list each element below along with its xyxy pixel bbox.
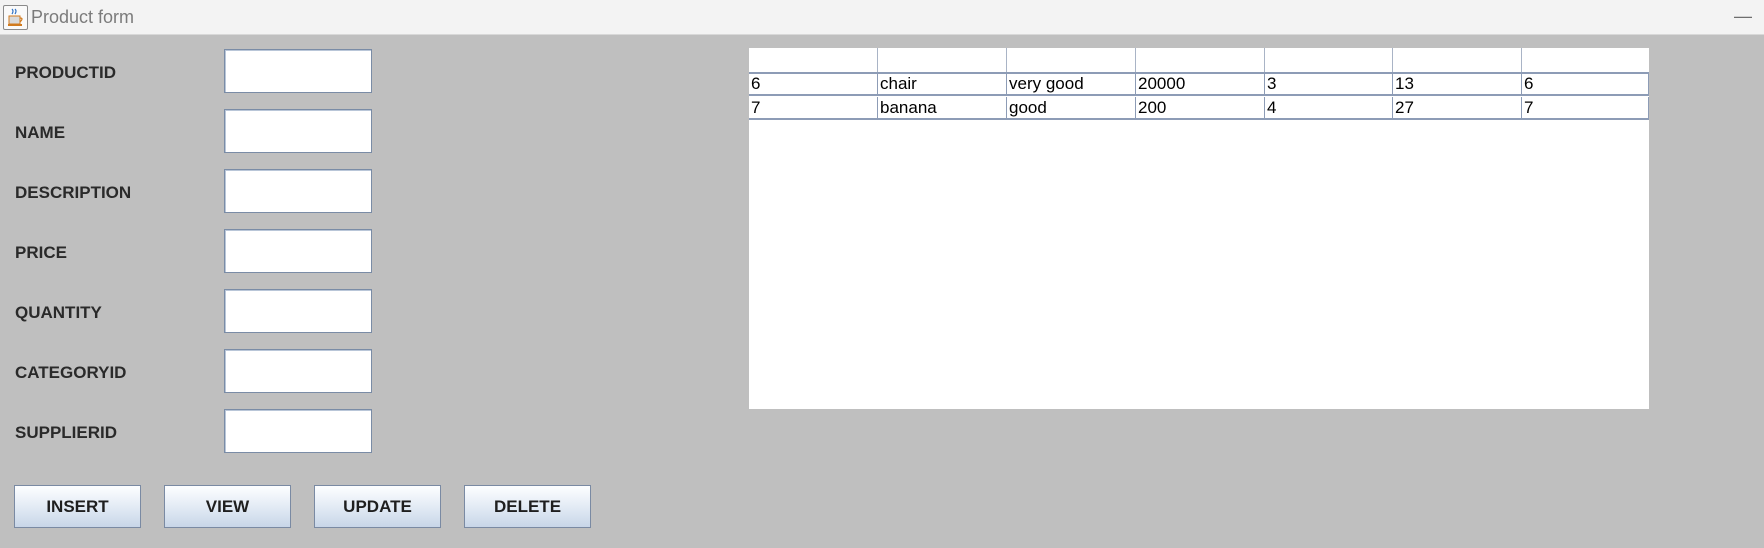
product-table[interactable]: 6 chair very good 20000 3 13 6 7 banana … — [749, 48, 1649, 409]
name-input[interactable] — [224, 109, 372, 153]
column-header[interactable] — [878, 48, 1007, 72]
column-header[interactable] — [1522, 48, 1649, 72]
minimize-button[interactable]: — — [1732, 2, 1754, 30]
label-supplierid: SUPPLIERID — [15, 423, 118, 442]
insert-button[interactable]: INSERT — [14, 485, 141, 528]
price-input[interactable] — [224, 229, 372, 273]
categoryid-input[interactable] — [224, 349, 372, 393]
table-cell[interactable]: 4 — [1265, 97, 1393, 119]
supplierid-input[interactable] — [224, 409, 372, 453]
description-input[interactable] — [224, 169, 372, 213]
table-row[interactable]: 7 banana good 200 4 27 7 — [749, 97, 1649, 120]
label-description: DESCRIPTION — [15, 183, 132, 202]
label-categoryid: CATEGORYID — [15, 363, 127, 382]
table-cell[interactable]: 20000 — [1136, 73, 1265, 95]
table-cell[interactable]: chair — [878, 73, 1007, 95]
java-cup-icon — [3, 5, 28, 30]
table-cell[interactable]: 6 — [749, 73, 878, 95]
label-productid: PRODUCTID — [15, 63, 117, 82]
view-button[interactable]: VIEW — [164, 485, 291, 528]
table-cell[interactable]: 3 — [1265, 73, 1393, 95]
table-cell[interactable]: very good — [1007, 73, 1136, 95]
table-cell[interactable]: 27 — [1393, 97, 1522, 119]
table-row[interactable]: 6 chair very good 20000 3 13 6 — [749, 73, 1649, 96]
column-header[interactable] — [1393, 48, 1522, 72]
table-cell[interactable]: good — [1007, 97, 1136, 119]
update-button[interactable]: UPDATE — [314, 485, 441, 528]
column-header[interactable] — [749, 48, 878, 72]
table-cell[interactable]: 7 — [1522, 97, 1649, 119]
column-header[interactable] — [1265, 48, 1393, 72]
column-header[interactable] — [1136, 48, 1265, 72]
column-header[interactable] — [1007, 48, 1136, 72]
window-title: Product form — [31, 7, 135, 27]
delete-button[interactable]: DELETE — [464, 485, 591, 528]
label-quantity: QUANTITY — [15, 303, 102, 322]
quantity-input[interactable] — [224, 289, 372, 333]
label-price: PRICE — [15, 243, 67, 262]
table-cell[interactable]: 7 — [749, 97, 878, 119]
table-cell[interactable]: 200 — [1136, 97, 1265, 119]
table-header[interactable] — [749, 48, 1649, 74]
table-cell[interactable]: banana — [878, 97, 1007, 119]
productid-input[interactable] — [224, 49, 372, 93]
label-name: NAME — [15, 123, 66, 142]
table-cell[interactable]: 13 — [1393, 73, 1522, 95]
title-bar: Product form — — [0, 0, 1764, 35]
table-cell[interactable]: 6 — [1522, 73, 1649, 95]
